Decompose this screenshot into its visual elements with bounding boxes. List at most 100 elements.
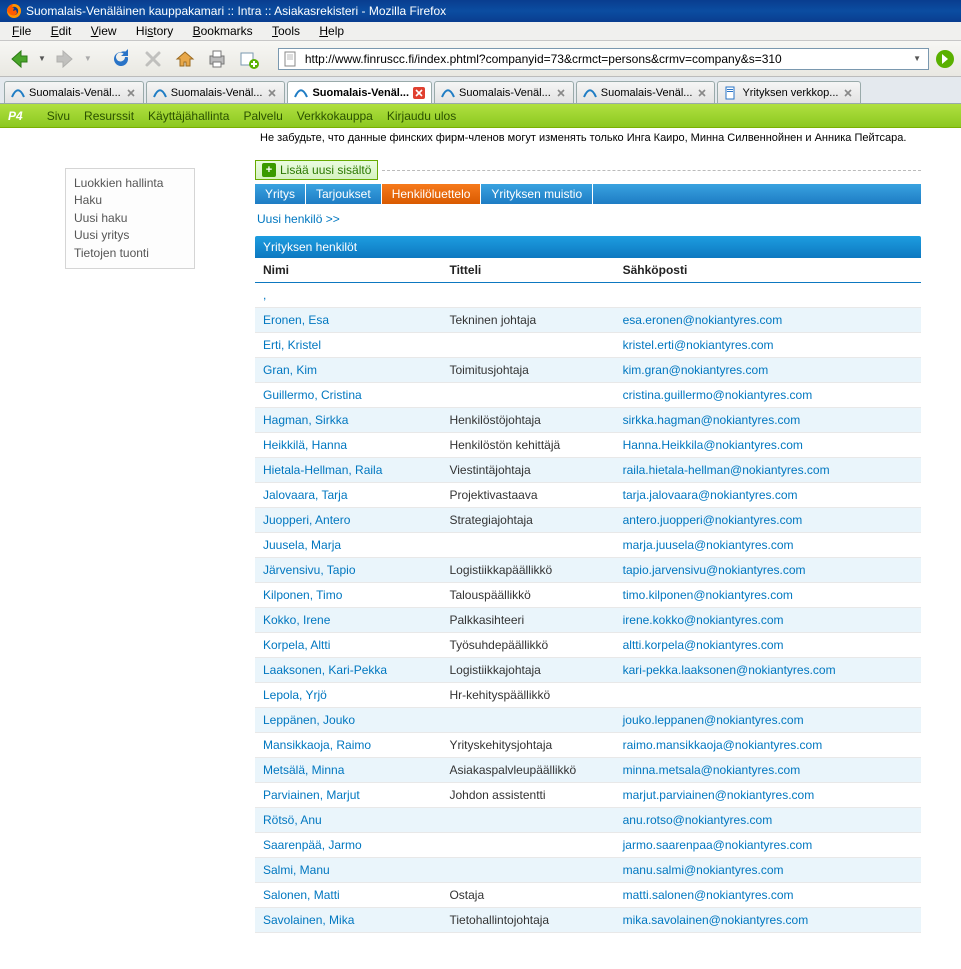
person-name-link[interactable]: Lepola, Yrjö bbox=[263, 688, 327, 702]
menu-history[interactable]: History bbox=[128, 22, 181, 40]
sidebar-item[interactable]: Haku bbox=[74, 192, 186, 209]
sidebar-item[interactable]: Uusi yritys bbox=[74, 227, 186, 244]
person-name-link[interactable]: Gran, Kim bbox=[263, 363, 317, 377]
table-row: Salmi, Manu manu.salmi@nokiantyres.com bbox=[255, 858, 921, 883]
person-email-link[interactable]: mika.savolainen@nokiantyres.com bbox=[623, 913, 809, 927]
person-name-link[interactable]: , bbox=[263, 288, 266, 302]
person-email-link[interactable]: tarja.jalovaara@nokiantyres.com bbox=[623, 488, 798, 502]
appnav-kirjaudu-ulos[interactable]: Kirjaudu ulos bbox=[387, 109, 456, 123]
person-email-link[interactable]: kari-pekka.laaksonen@nokiantyres.com bbox=[623, 663, 836, 677]
print-button[interactable] bbox=[204, 46, 230, 72]
new-tab-button[interactable] bbox=[236, 46, 262, 72]
person-email-link[interactable]: manu.salmi@nokiantyres.com bbox=[623, 863, 784, 877]
person-email-link[interactable]: irene.kokko@nokiantyres.com bbox=[623, 613, 784, 627]
person-email-link[interactable]: jarmo.saarenpaa@nokiantyres.com bbox=[623, 838, 813, 852]
person-email-link[interactable]: anu.rotso@nokiantyres.com bbox=[623, 813, 773, 827]
person-name-link[interactable]: Parviainen, Marjut bbox=[263, 788, 360, 802]
person-name-link[interactable]: Hietala-Hellman, Raila bbox=[263, 463, 382, 477]
sidebar-item[interactable]: Uusi haku bbox=[74, 210, 186, 227]
person-email-link[interactable]: marjut.parviainen@nokiantyres.com bbox=[623, 788, 815, 802]
menu-edit[interactable]: Edit bbox=[43, 22, 80, 40]
person-email-link[interactable]: cristina.guillermo@nokiantyres.com bbox=[623, 388, 813, 402]
menu-bookmarks[interactable]: Bookmarks bbox=[185, 22, 261, 40]
person-name-link[interactable]: Leppänen, Jouko bbox=[263, 713, 355, 727]
person-name-link[interactable]: Heikkilä, Hanna bbox=[263, 438, 347, 452]
person-email-link[interactable]: raila.hietala-hellman@nokiantyres.com bbox=[623, 463, 830, 477]
table-row: Heikkilä, HannaHenkilöstön kehittäjäHann… bbox=[255, 433, 921, 458]
menu-help[interactable]: Help bbox=[311, 22, 352, 40]
person-email-link[interactable]: matti.salonen@nokiantyres.com bbox=[623, 888, 794, 902]
person-name-link[interactable]: Rötsö, Anu bbox=[263, 813, 322, 827]
person-name-link[interactable]: Guillermo, Cristina bbox=[263, 388, 362, 402]
go-button[interactable] bbox=[935, 49, 955, 69]
person-email-link[interactable]: raimo.mansikkaoja@nokiantyres.com bbox=[623, 738, 823, 752]
person-name-link[interactable]: Juusela, Marja bbox=[263, 538, 341, 552]
close-icon[interactable] bbox=[555, 87, 567, 99]
person-name-link[interactable]: Mansikkaoja, Raimo bbox=[263, 738, 371, 752]
close-icon[interactable] bbox=[266, 87, 278, 99]
person-name-link[interactable]: Saarenpää, Jarmo bbox=[263, 838, 362, 852]
person-name-link[interactable]: Järvensivu, Tapio bbox=[263, 563, 356, 577]
url-bar[interactable]: ▼ bbox=[278, 48, 929, 70]
menu-tools[interactable]: Tools bbox=[264, 22, 308, 40]
sidebar-item[interactable]: Luokkien hallinta bbox=[74, 175, 186, 192]
person-email-link[interactable]: kim.gran@nokiantyres.com bbox=[623, 363, 769, 377]
url-input[interactable] bbox=[303, 51, 910, 67]
person-name-link[interactable]: Eronen, Esa bbox=[263, 313, 329, 327]
subtab[interactable]: Tarjoukset bbox=[306, 184, 382, 204]
person-name-link[interactable]: Laaksonen, Kari-Pekka bbox=[263, 663, 387, 677]
appnav-sivu[interactable]: Sivu bbox=[47, 109, 70, 123]
appnav-kayttajahallinta[interactable]: Käyttäjähallinta bbox=[148, 109, 229, 123]
browser-tab[interactable]: Yrityksen verkkop... bbox=[717, 81, 861, 103]
back-dropdown-icon[interactable]: ▼ bbox=[38, 54, 46, 63]
appnav-palvelu[interactable]: Palvelu bbox=[243, 109, 282, 123]
home-button[interactable] bbox=[172, 46, 198, 72]
person-email-link[interactable]: esa.eronen@nokiantyres.com bbox=[623, 313, 783, 327]
person-name-link[interactable]: Juopperi, Antero bbox=[263, 513, 350, 527]
person-name-link[interactable]: Salonen, Matti bbox=[263, 888, 340, 902]
browser-tab[interactable]: Suomalais-Venäl... bbox=[287, 81, 432, 103]
person-email-link[interactable]: minna.metsala@nokiantyres.com bbox=[623, 763, 801, 777]
back-button[interactable] bbox=[6, 46, 32, 72]
subtab[interactable]: Henkilöluettelo bbox=[382, 184, 482, 204]
person-email-link[interactable]: tapio.jarvensivu@nokiantyres.com bbox=[623, 563, 806, 577]
person-name-link[interactable]: Metsälä, Minna bbox=[263, 763, 344, 777]
person-email-link[interactable]: sirkka.hagman@nokiantyres.com bbox=[623, 413, 801, 427]
browser-tab[interactable]: Suomalais-Venäl... bbox=[4, 81, 144, 103]
new-person-link[interactable]: Uusi henkilö >> bbox=[257, 212, 340, 226]
person-name-link[interactable]: Erti, Kristel bbox=[263, 338, 321, 352]
person-name-link[interactable]: Hagman, Sirkka bbox=[263, 413, 348, 427]
person-name-link[interactable]: Salmi, Manu bbox=[263, 863, 330, 877]
person-title: Viestintäjohtaja bbox=[441, 458, 614, 483]
close-icon[interactable] bbox=[125, 87, 137, 99]
subtab[interactable]: Yrityksen muistio bbox=[481, 184, 593, 204]
person-email-link[interactable]: Hanna.Heikkila@nokiantyres.com bbox=[623, 438, 803, 452]
person-name-link[interactable]: Savolainen, Mika bbox=[263, 913, 354, 927]
sidebar-item[interactable]: Tietojen tuonti bbox=[74, 245, 186, 262]
appnav-resurssit[interactable]: Resurssit bbox=[84, 109, 134, 123]
browser-tab[interactable]: Suomalais-Venäl... bbox=[434, 81, 574, 103]
browser-tab[interactable]: Suomalais-Venäl... bbox=[576, 81, 716, 103]
add-content-button[interactable]: + Lisää uusi sisältö bbox=[255, 160, 378, 180]
person-email-link[interactable]: jouko.leppanen@nokiantyres.com bbox=[623, 713, 804, 727]
close-icon[interactable] bbox=[413, 87, 425, 99]
person-email-link[interactable]: marja.juusela@nokiantyres.com bbox=[623, 538, 794, 552]
person-email-link[interactable]: altti.korpela@nokiantyres.com bbox=[623, 638, 784, 652]
person-email-link[interactable]: timo.kilponen@nokiantyres.com bbox=[623, 588, 793, 602]
appnav-verkkokauppa[interactable]: Verkkokauppa bbox=[297, 109, 373, 123]
close-icon[interactable] bbox=[842, 87, 854, 99]
browser-tab[interactable]: Suomalais-Venäl... bbox=[146, 81, 286, 103]
url-dropdown-icon[interactable]: ▼ bbox=[910, 54, 924, 63]
person-name-link[interactable]: Kokko, Irene bbox=[263, 613, 330, 627]
person-name-link[interactable]: Kilponen, Timo bbox=[263, 588, 342, 602]
person-name-link[interactable]: Korpela, Altti bbox=[263, 638, 330, 652]
person-email-link[interactable]: kristel.erti@nokiantyres.com bbox=[623, 338, 774, 352]
close-icon[interactable] bbox=[696, 87, 708, 99]
reload-button[interactable] bbox=[108, 46, 134, 72]
subtab[interactable]: Yritys bbox=[255, 184, 306, 204]
menu-view[interactable]: View bbox=[83, 22, 125, 40]
person-title: Tietohallintojohtaja bbox=[441, 908, 614, 933]
menu-file[interactable]: File bbox=[4, 22, 39, 40]
person-email-link[interactable]: antero.juopperi@nokiantyres.com bbox=[623, 513, 803, 527]
person-name-link[interactable]: Jalovaara, Tarja bbox=[263, 488, 348, 502]
